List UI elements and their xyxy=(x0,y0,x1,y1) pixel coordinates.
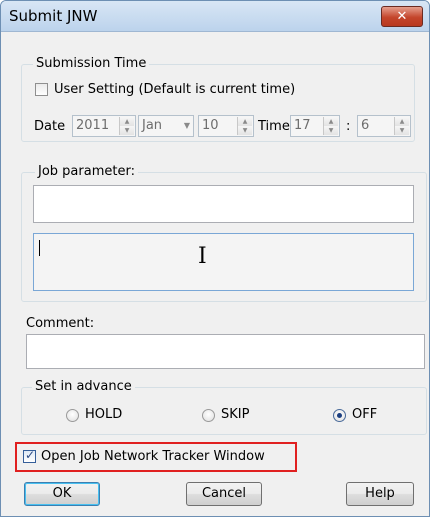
minute-spin-buttons[interactable]: ▲ ▼ xyxy=(394,117,409,135)
submission-time-legend: Submission Time xyxy=(33,57,150,71)
year-value: 2011 xyxy=(76,118,110,133)
set-in-advance-legend: Set in advance xyxy=(32,380,135,394)
year-spinner[interactable]: 2011 ▲ ▼ xyxy=(72,115,136,137)
window-title: Submit JNW xyxy=(9,7,98,25)
text-cursor-icon: I xyxy=(198,244,207,269)
cancel-button[interactable]: Cancel xyxy=(186,482,262,506)
radio-selected-dot xyxy=(337,413,342,418)
hour-value: 17 xyxy=(294,118,311,133)
tracker-checkbox[interactable]: ✓ xyxy=(23,448,36,463)
day-value: 10 xyxy=(202,118,219,133)
hold-radio[interactable] xyxy=(66,409,79,422)
job-parameter-input-1[interactable] xyxy=(33,185,414,223)
skip-label: SKIP xyxy=(221,407,250,422)
chevron-down-icon: ▼ xyxy=(183,121,190,130)
day-spin-buttons[interactable]: ▲ ▼ xyxy=(237,117,252,135)
date-label: Date xyxy=(34,119,66,134)
year-spin-buttons[interactable]: ▲ ▼ xyxy=(119,117,134,135)
job-parameter-input-2[interactable]: I xyxy=(33,233,414,291)
skip-radio[interactable] xyxy=(202,409,215,422)
time-label: Time xyxy=(258,119,290,134)
off-radio[interactable] xyxy=(333,409,346,422)
tracker-label: Open Job Network Tracker Window xyxy=(41,449,265,464)
comment-label: Comment: xyxy=(26,316,95,331)
off-label: OFF xyxy=(352,407,378,422)
help-button[interactable]: Help xyxy=(346,482,414,506)
comment-input[interactable] xyxy=(26,334,425,369)
close-icon: ✕ xyxy=(396,9,408,24)
job-parameter-legend: Job parameter: xyxy=(35,165,138,179)
close-button[interactable]: ✕ xyxy=(381,6,423,27)
time-separator: : xyxy=(346,119,351,134)
user-setting-checkbox[interactable] xyxy=(35,83,48,96)
hour-spin-buttons[interactable]: ▲ ▼ xyxy=(323,117,338,135)
text-caret xyxy=(39,240,40,256)
hour-spinner[interactable]: 17 ▲ ▼ xyxy=(290,115,340,137)
hold-label: HOLD xyxy=(85,407,123,422)
title-bar: Submit JNW ✕ xyxy=(1,1,429,32)
checkmark-icon: ✓ xyxy=(25,448,36,462)
month-value: Jan xyxy=(142,118,163,133)
minute-spinner[interactable]: 6 ▲ ▼ xyxy=(357,115,411,137)
ok-button[interactable]: OK xyxy=(24,482,100,506)
minute-value: 6 xyxy=(361,118,370,133)
month-dropdown[interactable]: Jan ▼ xyxy=(138,115,194,137)
submit-jnw-dialog: Submit JNW ✕ Submission Time User Settin… xyxy=(0,0,430,517)
user-setting-label: User Setting (Default is current time) xyxy=(54,82,296,97)
day-spinner[interactable]: 10 ▲ ▼ xyxy=(198,115,254,137)
